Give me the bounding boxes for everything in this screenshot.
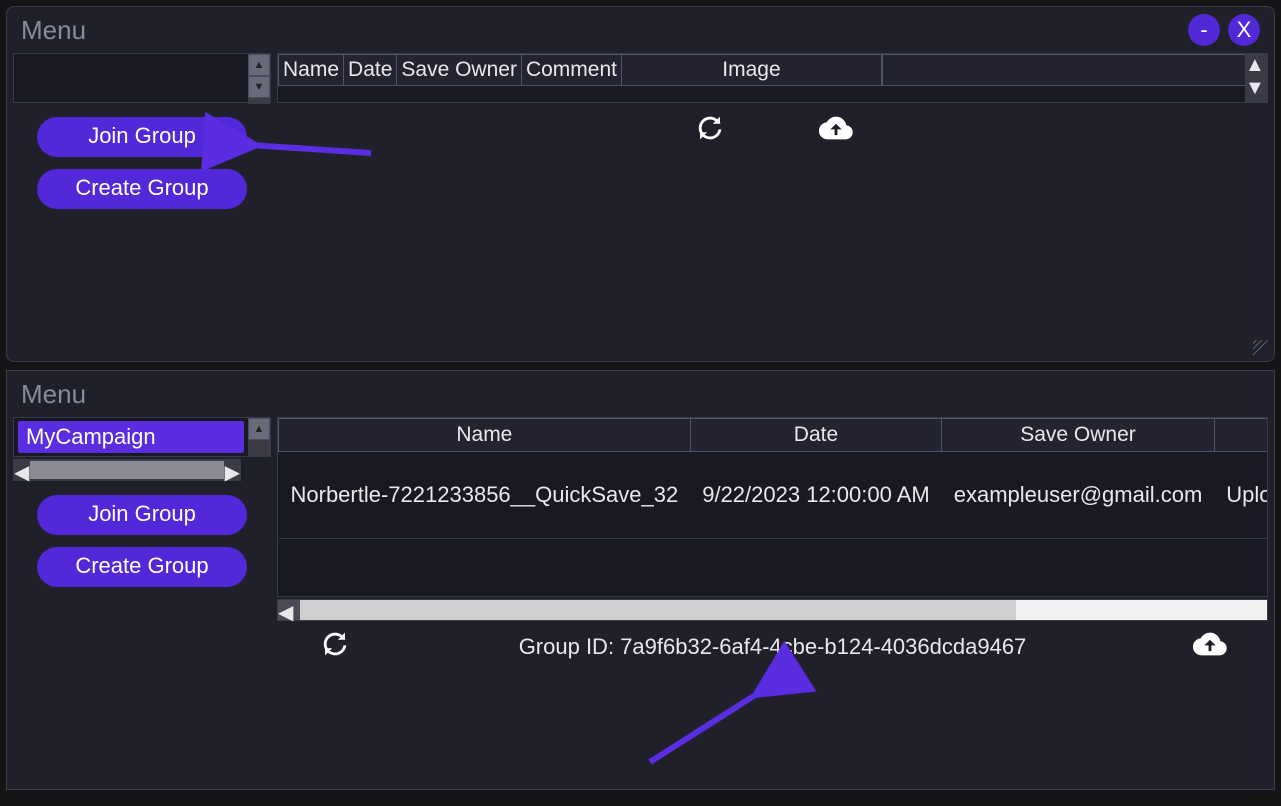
cell-owner: exampleuser@gmail.com <box>942 452 1215 539</box>
join-group-button[interactable]: Join Group <box>37 495 247 535</box>
group-list-hscrollbar[interactable]: ◀ ▶ <box>13 459 241 481</box>
scroll-down-icon[interactable]: ▼ <box>248 76 270 98</box>
close-button[interactable]: X <box>1228 14 1260 46</box>
saves-panel: Name Date Save Owner Comment Image ▲ ▼ <box>277 53 1268 209</box>
resize-grip[interactable] <box>1253 340 1271 358</box>
cell-date: 9/22/2023 12:00:00 AM <box>690 452 942 539</box>
cell-comment: Uploaded on: <box>1214 452 1267 539</box>
scroll-up-icon[interactable]: ▲ <box>1245 54 1267 77</box>
cloud-upload-icon <box>1193 627 1227 667</box>
col-image[interactable]: Image <box>621 55 881 86</box>
minimize-button[interactable]: - <box>1188 14 1220 46</box>
col-name[interactable]: Name <box>279 55 344 86</box>
saves-header-row: Name Date Save Owner Comment Image <box>279 55 1246 86</box>
scroll-up-icon[interactable]: ▲ <box>248 418 270 440</box>
group-list: MyCampaign ▲ <box>13 417 271 457</box>
group-list-empty <box>14 54 248 102</box>
cell-name: Norbertle-7221233856__QuickSave_32 <box>279 452 691 539</box>
col-save-owner[interactable]: Save Owner <box>942 419 1215 452</box>
menu-label[interactable]: Menu <box>21 15 86 46</box>
refresh-icon <box>318 627 352 667</box>
menu-label[interactable]: Menu <box>21 379 86 410</box>
status-row: Group ID: 7a9f6b32-6af4-4cbe-b124-4036dc… <box>277 621 1268 665</box>
titlebar: Menu - X <box>7 7 1274 53</box>
scroll-up-icon[interactable]: ▲ <box>248 54 270 76</box>
col-extra[interactable] <box>882 55 1245 86</box>
hscroll-thumb[interactable] <box>300 600 1016 620</box>
table-row[interactable]: Norbertle-7221233856__QuickSave_32 9/22/… <box>279 452 1268 539</box>
join-group-button[interactable]: Join Group <box>37 117 247 157</box>
upload-button[interactable] <box>818 113 854 149</box>
action-row <box>277 103 1268 159</box>
group-item-mycampaign[interactable]: MyCampaign <box>18 421 244 453</box>
saves-header-row: Name Date Save Owner C <box>279 419 1268 452</box>
scroll-down-icon[interactable]: ▼ <box>1245 77 1267 100</box>
group-list-scrollbar[interactable]: ▲ ▼ <box>248 54 270 104</box>
saves-hscrollbar[interactable]: ◀ <box>277 599 1268 621</box>
saves-vscrollbar[interactable]: ▲ ▼ <box>1245 54 1267 102</box>
hscroll-track[interactable] <box>300 600 1267 620</box>
col-comment[interactable]: Comment <box>521 55 621 86</box>
saves-table: Name Date Save Owner Comment Image <box>278 54 1245 86</box>
cloud-upload-icon <box>819 111 853 151</box>
create-group-button[interactable]: Create Group <box>37 547 247 587</box>
sidebar: ▲ ▼ Join Group Create Group <box>13 53 271 209</box>
upload-button[interactable] <box>1192 629 1228 665</box>
titlebar: Menu <box>7 371 1274 417</box>
annotation-arrow <box>630 682 790 778</box>
group-id-label: Group ID: 7a9f6b32-6af4-4cbe-b124-4036dc… <box>393 634 1152 660</box>
saves-table-container: Name Date Save Owner C Norbertle-7221233… <box>277 417 1268 597</box>
group-list: ▲ ▼ <box>13 53 271 103</box>
col-comment[interactable]: C <box>1214 419 1267 452</box>
refresh-icon <box>693 111 727 151</box>
refresh-button[interactable] <box>692 113 728 149</box>
saves-table: Name Date Save Owner C Norbertle-7221233… <box>278 418 1267 539</box>
hscroll-track[interactable] <box>30 461 223 479</box>
scroll-left-icon[interactable]: ◀ <box>278 600 300 620</box>
refresh-button[interactable] <box>317 629 353 665</box>
group-list-scrollbar[interactable]: ▲ <box>248 418 270 456</box>
scroll-right-icon[interactable]: ▶ <box>225 460 240 480</box>
col-name[interactable]: Name <box>279 419 691 452</box>
col-date[interactable]: Date <box>344 55 397 86</box>
scroll-left-icon[interactable]: ◀ <box>14 460 29 480</box>
main-window-empty: Menu - X ▲ ▼ Join Group Create Group <box>6 6 1275 362</box>
col-date[interactable]: Date <box>690 419 942 452</box>
saves-panel: Name Date Save Owner C Norbertle-7221233… <box>277 417 1268 665</box>
create-group-button[interactable]: Create Group <box>37 169 247 209</box>
col-save-owner[interactable]: Save Owner <box>397 55 522 86</box>
saves-table-container: Name Date Save Owner Comment Image ▲ ▼ <box>277 53 1268 103</box>
sidebar: MyCampaign ▲ ◀ ▶ Join Group Create Group <box>13 417 271 665</box>
main-window-populated: Menu MyCampaign ▲ ◀ ▶ Join Group Create … <box>6 370 1275 790</box>
hscroll-thumb-light[interactable] <box>1016 600 1267 620</box>
